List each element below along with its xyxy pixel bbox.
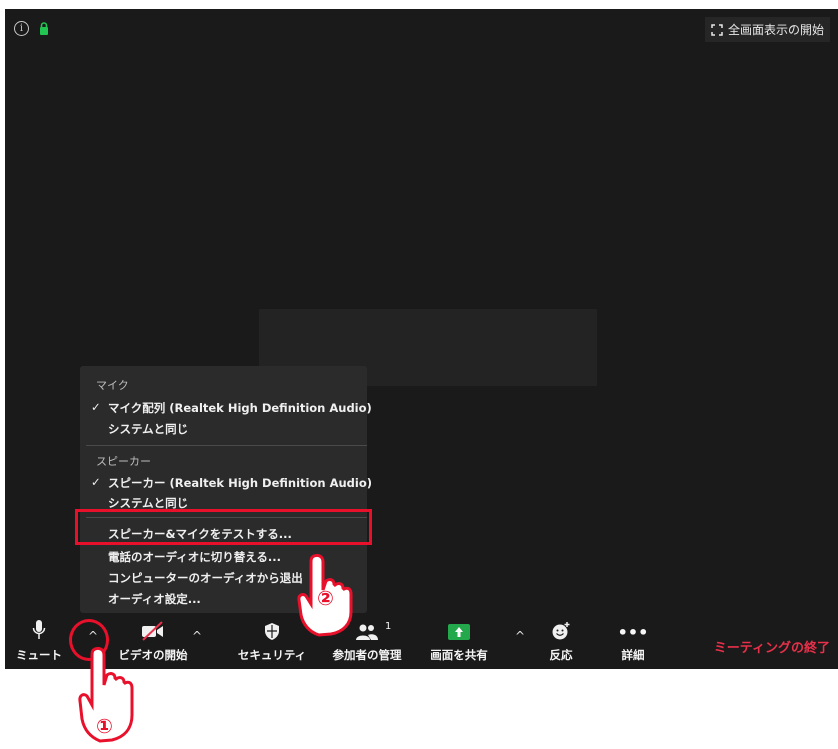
check-icon: ✓: [91, 475, 101, 489]
top-info-bar: i: [14, 21, 49, 36]
mic-section-header: マイク: [96, 379, 129, 392]
more-dots-icon: •••: [617, 623, 649, 642]
participants-count: 1: [385, 621, 392, 632]
mic-option-system[interactable]: システムと同じ: [108, 421, 188, 437]
participants-label: 参加者の管理: [332, 648, 402, 662]
more-button[interactable]: ••• 詳細: [613, 615, 653, 669]
speaker-option-realtek[interactable]: スピーカー (Realtek High Definition Audio): [108, 475, 372, 491]
end-meeting-button[interactable]: ミーティングの終了: [714, 637, 830, 656]
audio-settings-option[interactable]: オーディオ設定...: [108, 591, 201, 607]
reactions-button[interactable]: 反応: [541, 615, 581, 669]
microphone-icon: [32, 620, 46, 639]
share-screen-label: 画面を共有: [430, 648, 488, 662]
check-icon: ✓: [91, 400, 101, 414]
reactions-label: 反応: [549, 648, 573, 662]
mute-button[interactable]: ミュート: [15, 615, 63, 669]
fullscreen-icon: [711, 23, 723, 36]
share-screen-icon: [448, 624, 470, 640]
video-options-caret[interactable]: ^: [192, 629, 202, 643]
emoji-add-icon: [552, 622, 570, 640]
step-1-badge: ①: [96, 714, 113, 738]
more-label: 詳細: [621, 648, 645, 662]
share-screen-button[interactable]: 画面を共有: [423, 615, 495, 669]
mic-option-realtek[interactable]: マイク配列 (Realtek High Definition Audio): [108, 400, 372, 416]
fullscreen-button[interactable]: 全画面表示の開始: [704, 17, 830, 42]
security-label: セキュリティ: [237, 648, 307, 662]
video-off-icon: [142, 621, 163, 641]
participants-icon: [356, 624, 378, 640]
mute-label: ミュート: [16, 648, 62, 662]
step-2-badge: ②: [317, 586, 334, 610]
leave-computer-audio-option[interactable]: コンピューターのオーディオから退出: [108, 570, 303, 586]
switch-phone-audio-option[interactable]: 電話のオーディオに切り替える...: [108, 549, 281, 565]
fullscreen-label: 全画面表示の開始: [727, 23, 824, 37]
shield-icon: [265, 623, 279, 640]
share-options-caret[interactable]: ^: [515, 629, 525, 643]
speaker-section-header: スピーカー: [96, 455, 151, 468]
lock-icon[interactable]: [39, 22, 49, 35]
info-icon[interactable]: i: [14, 21, 29, 36]
highlight-box: [75, 509, 372, 545]
menu-divider: [86, 445, 367, 446]
